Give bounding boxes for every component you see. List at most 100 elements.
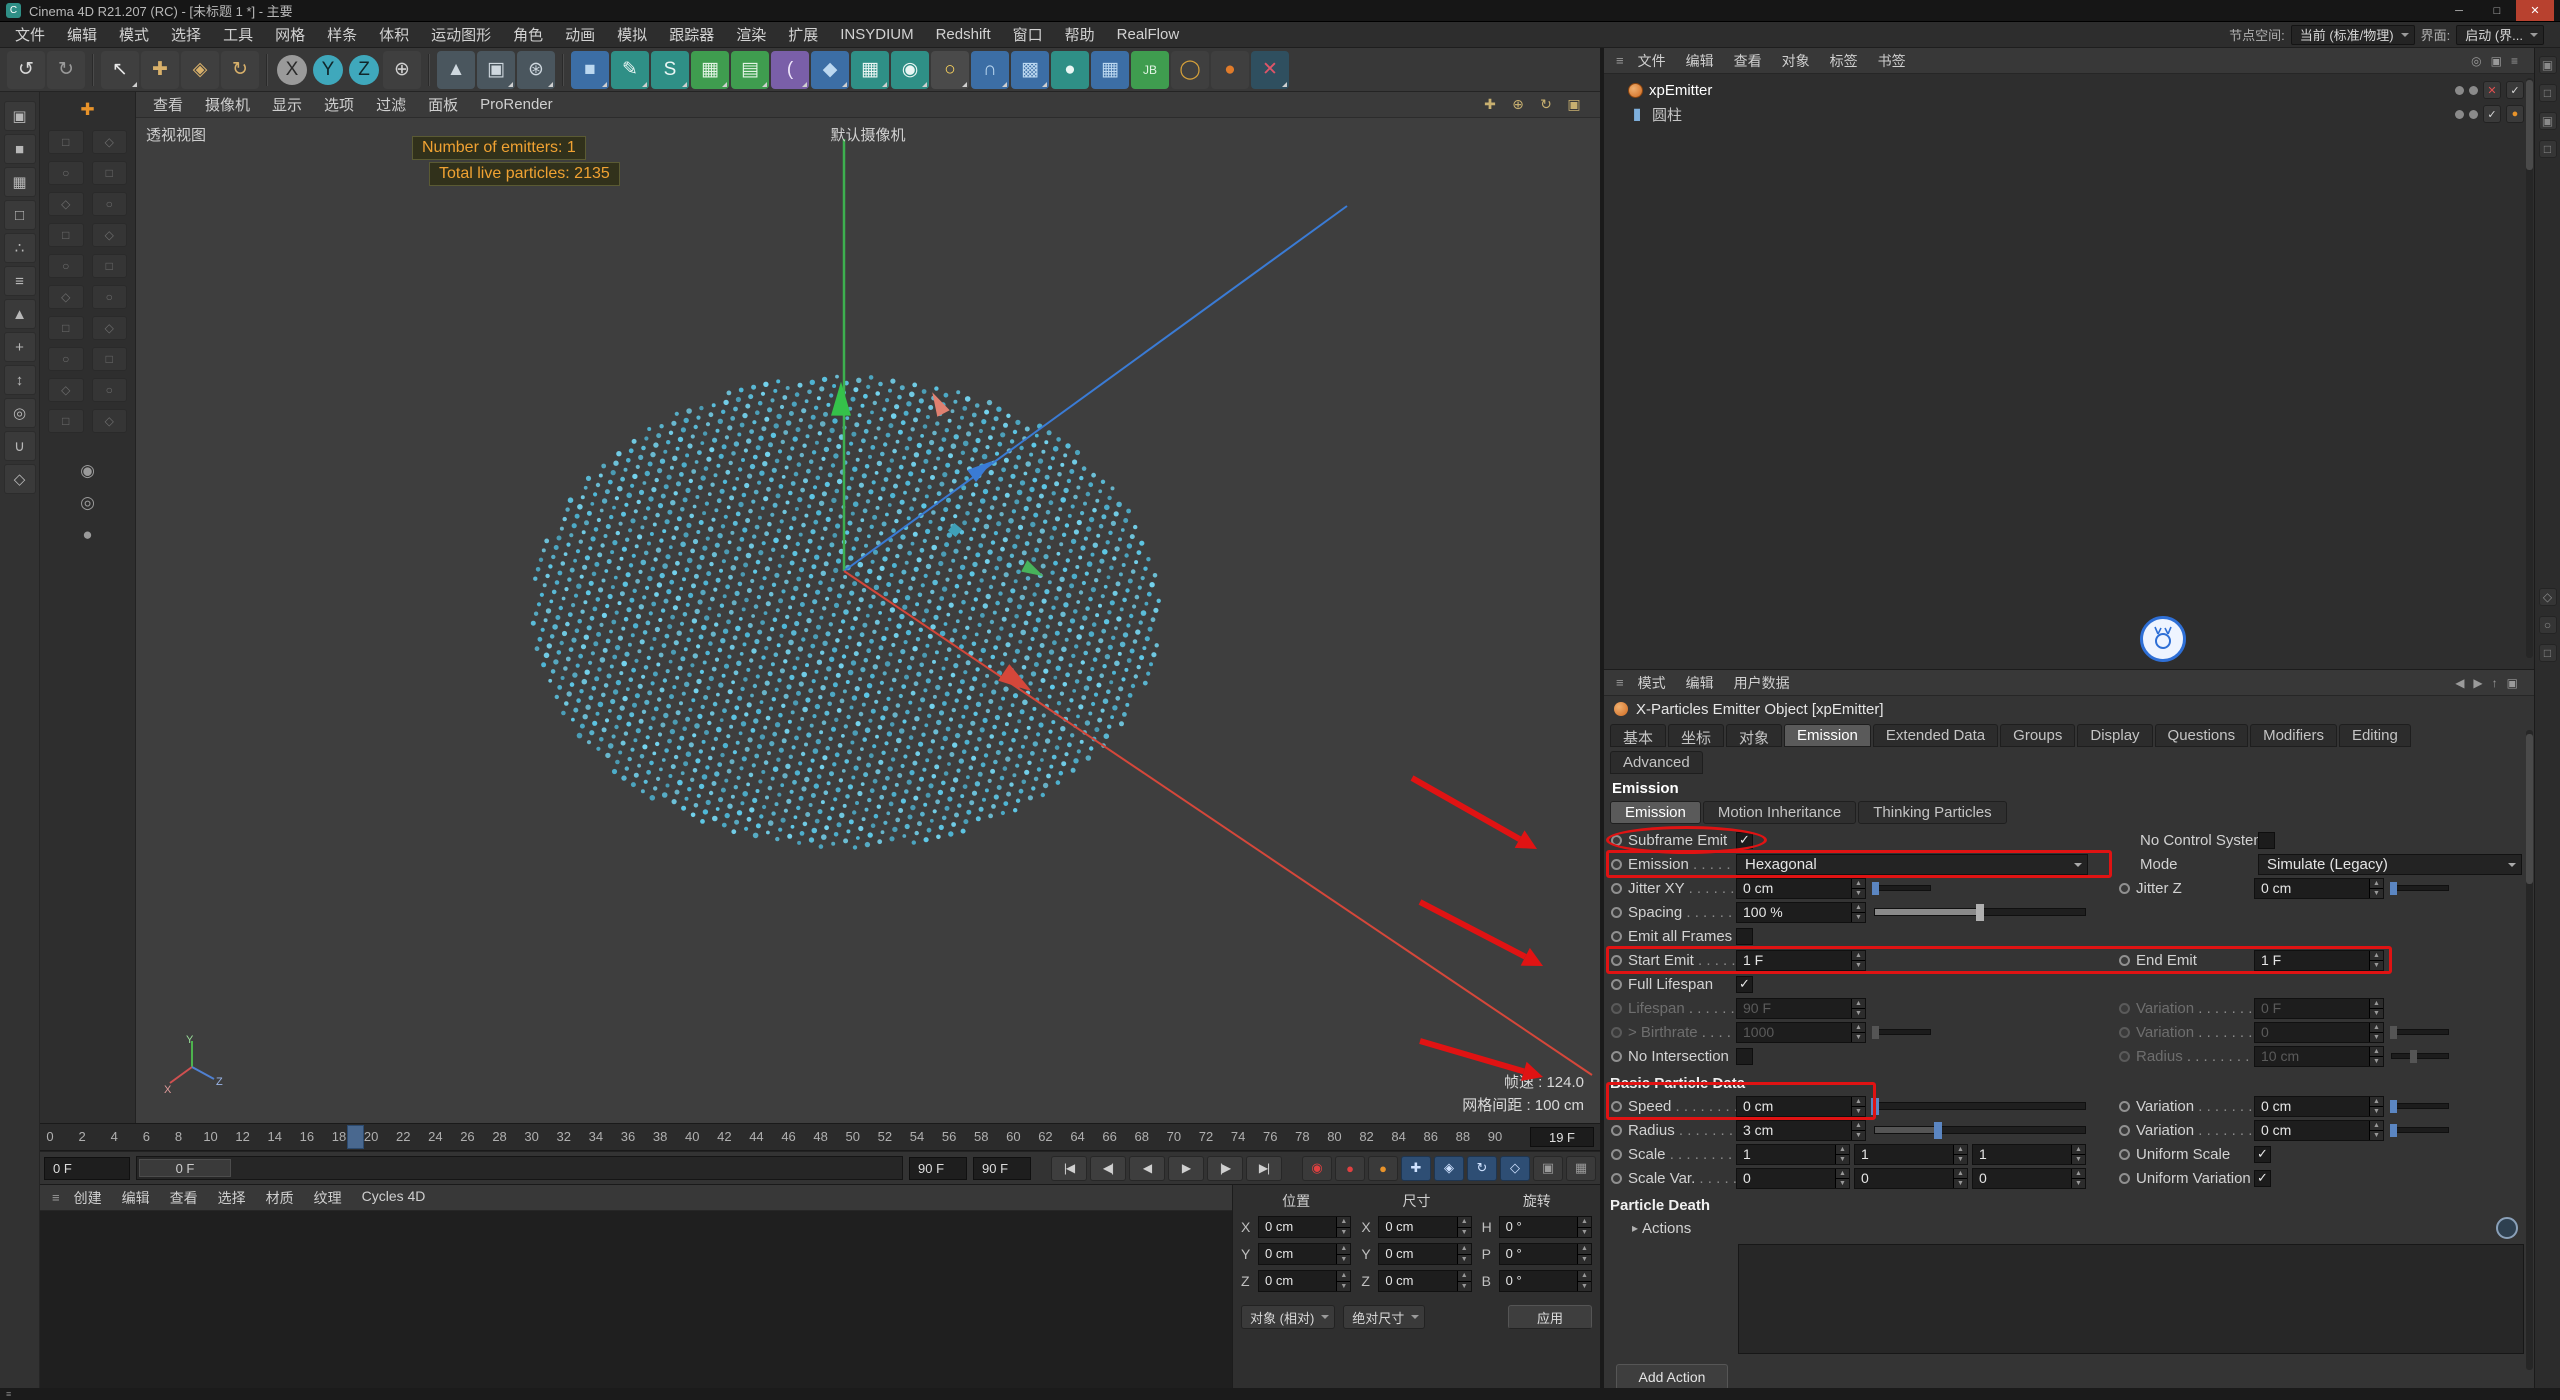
dock-tab-icon-3[interactable]: □ xyxy=(2539,644,2557,662)
scale-var-2-stepper[interactable] xyxy=(1953,1169,1967,1188)
record-rotation-button[interactable]: ↻ xyxy=(1467,1156,1497,1181)
coord-field[interactable]: 0 ° xyxy=(1499,1243,1592,1265)
object-scrollbar[interactable] xyxy=(2526,78,2533,658)
layout-tab-icon-3[interactable]: ▣ xyxy=(2539,112,2557,130)
lifespan-right-stepper[interactable] xyxy=(2369,999,2383,1018)
speed-right-mini-slider[interactable] xyxy=(2391,1103,2449,1109)
status-burger-icon[interactable]: ≡ xyxy=(6,1389,11,1399)
tab-modifiers[interactable]: Modifiers xyxy=(2250,724,2337,747)
subframe-emit-right-checkbox[interactable] xyxy=(2258,832,2275,849)
points-mode-icon[interactable]: ∴ xyxy=(4,233,36,263)
attribute-menu-3[interactable]: 用户数据 xyxy=(1724,673,1800,693)
record-keyframe-button[interactable]: ◉ xyxy=(1302,1156,1332,1181)
birthrate-stepper[interactable] xyxy=(1851,1023,1865,1042)
attribute-tool-icon-2[interactable]: ▶ xyxy=(2473,676,2482,690)
speed-stepper[interactable] xyxy=(1851,1097,1865,1116)
material-menu-7[interactable]: Cycles 4D xyxy=(352,1188,436,1208)
coord-stepper[interactable] xyxy=(1457,1271,1471,1291)
radius-right-slider-handle[interactable] xyxy=(2390,1124,2397,1137)
palette-slot-19[interactable]: □ xyxy=(48,409,84,433)
material-menu-2[interactable]: 编辑 xyxy=(112,1188,160,1208)
object-menu-6[interactable]: 书签 xyxy=(1868,51,1916,71)
menu-item-4[interactable]: 选择 xyxy=(160,22,212,47)
radius-right-mini-slider[interactable] xyxy=(2391,1127,2449,1133)
coord-stepper[interactable] xyxy=(1577,1271,1591,1291)
no-intersection-right-slider-handle[interactable] xyxy=(2410,1050,2417,1063)
add-action-button[interactable]: Add Action xyxy=(1616,1364,1728,1388)
visibility-dot[interactable] xyxy=(2455,110,2464,119)
make-editable-icon[interactable]: ▣ xyxy=(4,101,36,131)
birthrate-field[interactable]: 1000 xyxy=(1736,1022,1866,1043)
power-slider[interactable]: 0 F xyxy=(136,1156,903,1180)
speed-slider-handle[interactable] xyxy=(1871,1098,1879,1115)
menu-item-3[interactable]: 模式 xyxy=(108,22,160,47)
menu-item-14[interactable]: 渲染 xyxy=(725,22,777,47)
emission-dropdown[interactable]: Hexagonal xyxy=(1736,854,2088,875)
anim-dot[interactable] xyxy=(2119,1173,2130,1184)
menu-item-17[interactable]: Redshift xyxy=(925,22,1002,47)
no-intersection-checkbox[interactable] xyxy=(1736,1048,1753,1065)
jitter-right-slider-handle[interactable] xyxy=(2390,882,2397,895)
snap-round-icon-2[interactable]: ◎ xyxy=(80,493,95,513)
coord-field[interactable]: 0 cm xyxy=(1258,1216,1351,1238)
object-menu-1[interactable]: 文件 xyxy=(1628,51,1676,71)
attribute-tool-icon-1[interactable]: ◀ xyxy=(2455,676,2464,690)
layout-tab-icon-1[interactable]: ▣ xyxy=(2539,56,2557,74)
emission-right-dropdown[interactable]: Simulate (Legacy) xyxy=(2258,854,2522,875)
scale-var-2-field[interactable]: 0 xyxy=(1854,1168,1968,1189)
object-menu-4[interactable]: 对象 xyxy=(1772,51,1820,71)
attribute-menu-2[interactable]: 编辑 xyxy=(1676,673,1724,693)
menu-item-16[interactable]: INSYDIUM xyxy=(829,22,924,47)
expander-icon[interactable]: ▸ xyxy=(1632,1221,1638,1235)
birthrate-mini-slider[interactable] xyxy=(1873,1029,1931,1035)
goto-end-button[interactable]: ▶| xyxy=(1246,1156,1282,1181)
anim-dot[interactable] xyxy=(1611,1051,1622,1062)
check-tag-icon[interactable]: ✓ xyxy=(2506,81,2524,99)
menu-item-1[interactable]: 文件 xyxy=(4,22,56,47)
radius-slider-handle[interactable] xyxy=(1934,1122,1942,1139)
dock-tab-icon-2[interactable]: ○ xyxy=(2539,616,2557,634)
anim-dot[interactable] xyxy=(2119,883,2130,894)
move-gizmo[interactable] xyxy=(831,139,1592,1075)
scale-1-field[interactable]: 1 xyxy=(1736,1144,1850,1165)
jitter-mini-slider[interactable] xyxy=(1873,885,1931,891)
camera-object-icon[interactable]: ◉ xyxy=(891,51,929,89)
spacing-slider[interactable] xyxy=(1874,908,2086,916)
subframe-emit-checkbox[interactable] xyxy=(1736,832,1753,849)
viewport-menu-4[interactable]: 选项 xyxy=(313,94,365,115)
object-manager-tool-icon-1[interactable]: ◎ xyxy=(2471,54,2481,68)
start-emit-stepper[interactable] xyxy=(1851,951,1865,970)
scale-var-1-field[interactable]: 0 xyxy=(1736,1168,1850,1189)
emit-all-frames-checkbox[interactable] xyxy=(1736,928,1753,945)
tab-editing[interactable]: Editing xyxy=(2339,724,2411,747)
viewport-tool-icon-3[interactable]: ↻ xyxy=(1534,95,1558,115)
lifespan-field[interactable]: 90 F xyxy=(1736,998,1866,1019)
jitter-right-field[interactable]: 0 cm xyxy=(2254,878,2384,899)
snap-round-icon-3[interactable]: ● xyxy=(82,525,92,545)
material-menu-5[interactable]: 材质 xyxy=(256,1188,304,1208)
full-lifespan-checkbox[interactable] xyxy=(1736,976,1753,993)
anim-dot[interactable] xyxy=(1611,1173,1622,1184)
scale-3-field[interactable]: 1 xyxy=(1972,1144,2086,1165)
coord-stepper[interactable] xyxy=(1457,1244,1471,1264)
material-list-area[interactable] xyxy=(40,1211,1232,1388)
coord-field[interactable]: 0 cm xyxy=(1378,1216,1471,1238)
start-emit-right-field[interactable]: 1 F xyxy=(2254,950,2384,971)
record-scale-button[interactable]: ◈ xyxy=(1434,1156,1464,1181)
spline-primitive-icon[interactable]: S xyxy=(651,51,689,89)
menu-item-8[interactable]: 体积 xyxy=(368,22,420,47)
undo-icon[interactable]: ↺ xyxy=(7,51,45,89)
node-space-dropdown[interactable]: 当前 (标准/物理) xyxy=(2291,25,2415,45)
start-emit-field[interactable]: 1 F xyxy=(1736,950,1866,971)
palette-slot-12[interactable]: ○ xyxy=(92,285,128,309)
duration-field[interactable]: 90 F xyxy=(973,1157,1031,1180)
jb-plugin-icon[interactable]: JB xyxy=(1131,51,1169,89)
apply-button[interactable]: 应用 xyxy=(1508,1305,1592,1329)
anim-dot[interactable] xyxy=(2119,1051,2130,1062)
anim-dot[interactable] xyxy=(1611,1101,1622,1112)
palette-slot-3[interactable]: ○ xyxy=(48,161,84,185)
orange-tag-icon[interactable]: ● xyxy=(2506,105,2524,123)
menu-item-20[interactable]: RealFlow xyxy=(1106,22,1191,47)
scale-tool-icon[interactable]: ◈ xyxy=(181,51,219,89)
palette-slot-5[interactable]: ◇ xyxy=(48,192,84,216)
